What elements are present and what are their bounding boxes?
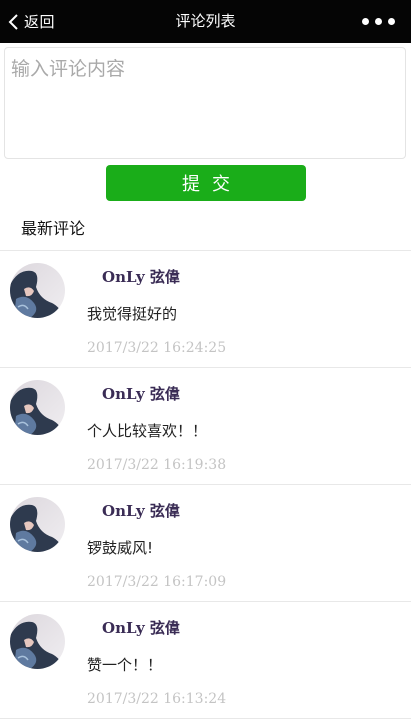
more-button[interactable]	[362, 0, 395, 43]
more-dots-icon	[362, 18, 369, 25]
comment-text: 我觉得挺好的	[87, 305, 178, 323]
submit-button[interactable]: 提交	[106, 165, 306, 201]
comment-timestamp: 2017/3/22 16:13:24	[87, 691, 227, 707]
more-dots-icon	[388, 18, 395, 25]
comment-username: OnLy 弦偉	[102, 385, 180, 403]
comment-timestamp: 2017/3/22 16:24:25	[87, 340, 227, 356]
comment-item: OnLy 弦偉 我觉得挺好的 2017/3/22 16:24:25	[0, 251, 411, 368]
comment-item: OnLy 弦偉 锣鼓威风! 2017/3/22 16:17:09	[0, 485, 411, 602]
more-dots-icon	[375, 18, 382, 25]
comment-text: 个人比较喜欢！！	[87, 422, 208, 440]
section-title: 最新评论	[21, 219, 86, 238]
avatar[interactable]	[10, 614, 65, 669]
avatar[interactable]	[10, 380, 65, 435]
comment-item: OnLy 弦偉 赞一个！！ 2017/3/22 16:13:24	[0, 602, 411, 719]
comment-list: OnLy 弦偉 我觉得挺好的 2017/3/22 16:24:25 OnLy 弦…	[0, 251, 411, 719]
comment-text: 赞一个！！	[87, 656, 163, 674]
avatar[interactable]	[10, 263, 65, 318]
comment-text: 锣鼓威风!	[87, 539, 154, 557]
comment-username: OnLy 弦偉	[102, 619, 180, 637]
navbar: 返回 评论列表	[0, 0, 411, 43]
comment-item: OnLy 弦偉 个人比较喜欢！！ 2017/3/22 16:19:38	[0, 368, 411, 485]
avatar[interactable]	[10, 497, 65, 552]
page-title: 评论列表	[175, 12, 236, 30]
comment-timestamp: 2017/3/22 16:19:38	[87, 457, 227, 473]
comment-timestamp: 2017/3/22 16:17:09	[87, 574, 227, 590]
comment-username: OnLy 弦偉	[102, 268, 180, 286]
comment-username: OnLy 弦偉	[102, 502, 180, 520]
comment-input[interactable]	[4, 47, 406, 159]
